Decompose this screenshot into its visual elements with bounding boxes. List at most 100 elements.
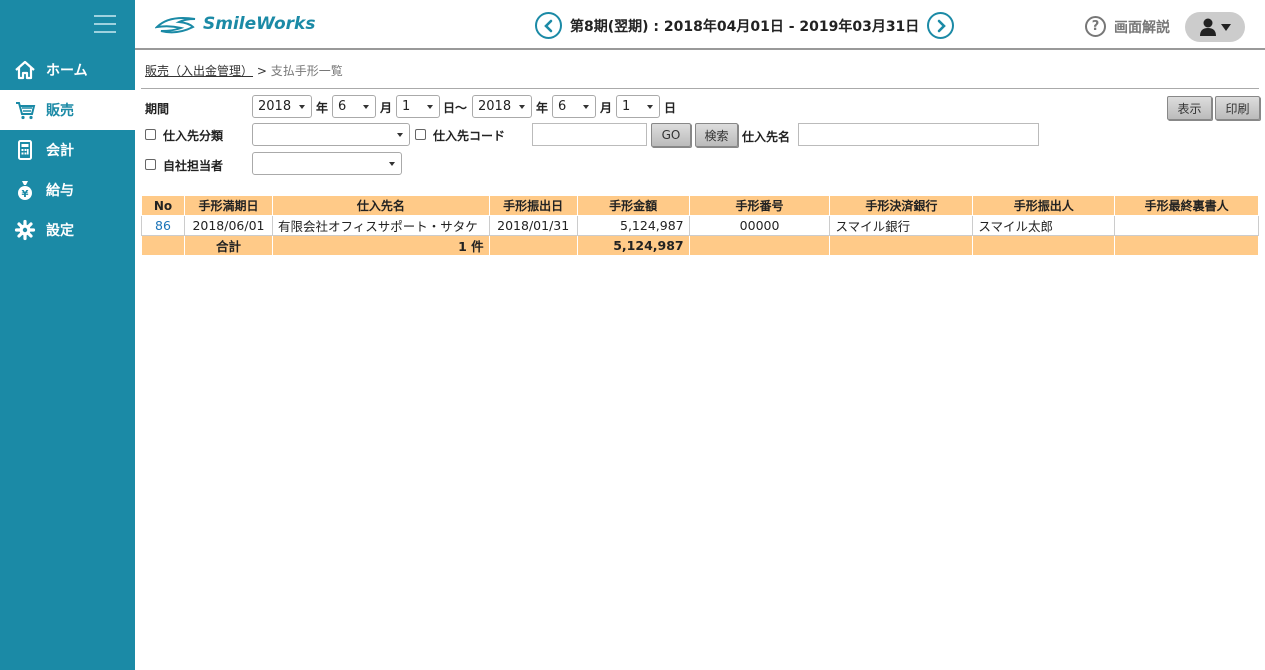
to-year-value: 2018 xyxy=(478,99,512,114)
header: SmileWorks 第8期(翌期) : 2018年04月01日 - 2019年… xyxy=(135,0,1265,50)
supplier-code-input[interactable] xyxy=(532,123,647,146)
from-day-value: 1 xyxy=(402,99,411,114)
sidebar: ホーム 販売 会計 ¥ 給与 設定 xyxy=(0,0,135,670)
year-unit: 年 xyxy=(316,101,329,115)
notes-payable-table: No 手形満期日 仕入先名 手形振出日 手形金額 手形番号 手形決済銀行 手形振… xyxy=(141,195,1259,256)
column-header[interactable]: 手形満期日 xyxy=(183,195,273,216)
table-cell: 有限会社オフィスサポート・サタケ xyxy=(271,215,490,236)
divider xyxy=(141,88,1259,89)
period-navigator: 第8期(翌期) : 2018年04月01日 - 2019年03月31日 xyxy=(535,12,955,39)
chevron-right-icon xyxy=(937,19,946,32)
table-cell xyxy=(141,235,185,256)
person-in-charge-checkbox[interactable] xyxy=(145,159,156,170)
breadcrumb-parent-link[interactable]: 販売（入出金管理） xyxy=(145,64,253,78)
column-header[interactable]: 手形番号 xyxy=(688,195,831,216)
from-day-select[interactable]: 1 xyxy=(396,95,440,118)
sidebar-item-home[interactable]: ホーム xyxy=(0,50,135,90)
person-in-charge-select[interactable] xyxy=(252,152,402,175)
supplier-category-checkbox[interactable] xyxy=(145,129,156,140)
user-icon xyxy=(1200,18,1216,36)
supplier-name-input[interactable] xyxy=(798,123,1039,146)
previous-period-button[interactable] xyxy=(535,12,562,39)
table-cell: スマイル太郎 xyxy=(972,215,1116,236)
from-month-select[interactable]: 6 xyxy=(332,95,376,118)
day-range-unit: 日〜 xyxy=(443,101,468,115)
logo-text: SmileWorks xyxy=(203,14,316,34)
year-unit: 年 xyxy=(536,101,549,115)
from-year-select[interactable]: 2018 xyxy=(252,95,312,118)
sidebar-item-sales[interactable]: 販売 xyxy=(0,90,135,130)
total-label: 合計 xyxy=(183,235,273,256)
question-icon: ? xyxy=(1085,16,1106,37)
next-period-button[interactable] xyxy=(927,12,955,39)
column-header[interactable]: 仕入先名 xyxy=(271,195,490,216)
table-header-row: No 手形満期日 仕入先名 手形振出日 手形金額 手形番号 手形決済銀行 手形振… xyxy=(141,195,1259,216)
print-button[interactable]: 印刷 xyxy=(1215,96,1260,120)
to-day-value: 1 xyxy=(622,99,631,114)
caret-down-icon xyxy=(427,105,433,109)
sidebar-item-label: 会計 xyxy=(46,143,74,159)
sidebar-item-payroll[interactable]: ¥ 給与 xyxy=(0,170,135,210)
column-header[interactable]: 手形最終裏書人 xyxy=(1114,195,1259,216)
caret-down-icon xyxy=(519,105,525,109)
money-bag-icon: ¥ xyxy=(14,179,36,201)
logo[interactable]: SmileWorks xyxy=(155,13,315,35)
search-button[interactable]: 検索 xyxy=(695,123,738,147)
column-header[interactable]: No xyxy=(141,195,185,216)
supplier-code-label: 仕入先コード xyxy=(433,129,506,143)
note-number-link[interactable]: 86 xyxy=(141,215,185,236)
period-label: 期間 xyxy=(145,102,170,116)
chevron-left-icon xyxy=(543,19,552,32)
day-unit: 日 xyxy=(664,101,677,115)
hamburger-menu-icon[interactable] xyxy=(94,15,116,33)
column-header[interactable]: 手形決済銀行 xyxy=(829,195,974,216)
show-button[interactable]: 表示 xyxy=(1167,96,1212,120)
calculator-icon xyxy=(14,139,36,161)
table-row[interactable]: 86 2018/06/01 有限会社オフィスサポート・サタケ 2018/01/3… xyxy=(141,215,1259,236)
to-year-select[interactable]: 2018 xyxy=(472,95,532,118)
sidebar-item-settings[interactable]: 設定 xyxy=(0,210,135,250)
supplier-category-select[interactable] xyxy=(252,123,410,146)
table-cell xyxy=(1114,215,1259,236)
help-label: 画面解説 xyxy=(1114,19,1170,36)
breadcrumb-separator: > xyxy=(256,64,267,78)
caret-down-icon xyxy=(299,105,305,109)
caret-down-icon xyxy=(583,105,589,109)
from-year-value: 2018 xyxy=(258,99,292,114)
cart-icon xyxy=(14,99,36,121)
caret-down-icon xyxy=(389,162,395,166)
month-unit: 月 xyxy=(380,101,393,115)
caret-down-icon xyxy=(363,105,369,109)
sidebar-item-label: 給与 xyxy=(46,183,74,199)
supplier-name-label: 仕入先名 xyxy=(742,130,791,144)
column-header[interactable]: 手形振出日 xyxy=(488,195,578,216)
table-cell xyxy=(488,235,578,256)
caret-down-icon xyxy=(397,133,403,137)
to-month-value: 6 xyxy=(558,99,567,114)
table-cell: 00000 xyxy=(688,215,831,236)
to-day-select[interactable]: 1 xyxy=(616,95,660,118)
period-text: 第8期(翌期) : 2018年04月01日 - 2019年03月31日 xyxy=(570,18,920,35)
breadcrumb: 販売（入出金管理） > 支払手形一覧 xyxy=(145,62,343,79)
table-cell xyxy=(972,235,1116,256)
month-unit: 月 xyxy=(600,101,613,115)
person-in-charge-label: 自社担当者 xyxy=(163,159,224,173)
total-amount: 5,124,987 xyxy=(576,235,690,256)
table-cell xyxy=(1114,235,1259,256)
user-menu-button[interactable] xyxy=(1185,12,1245,42)
caret-down-icon xyxy=(647,105,653,109)
to-month-select[interactable]: 6 xyxy=(552,95,596,118)
supplier-code-checkbox[interactable] xyxy=(415,129,426,140)
column-header[interactable]: 手形金額 xyxy=(576,195,690,216)
table-cell xyxy=(688,235,831,256)
sidebar-item-label: 設定 xyxy=(46,223,74,239)
from-month-value: 6 xyxy=(338,99,347,114)
sidebar-item-label: 販売 xyxy=(46,103,74,119)
supplier-category-label: 仕入先分類 xyxy=(163,129,224,143)
table-cell: 2018/06/01 xyxy=(183,215,273,236)
help-button[interactable]: ? 画面解説 xyxy=(1085,16,1170,37)
table-cell: 2018/01/31 xyxy=(488,215,578,236)
column-header[interactable]: 手形振出人 xyxy=(972,195,1116,216)
sidebar-item-accounting[interactable]: 会計 xyxy=(0,130,135,170)
go-button[interactable]: GO xyxy=(651,123,691,147)
